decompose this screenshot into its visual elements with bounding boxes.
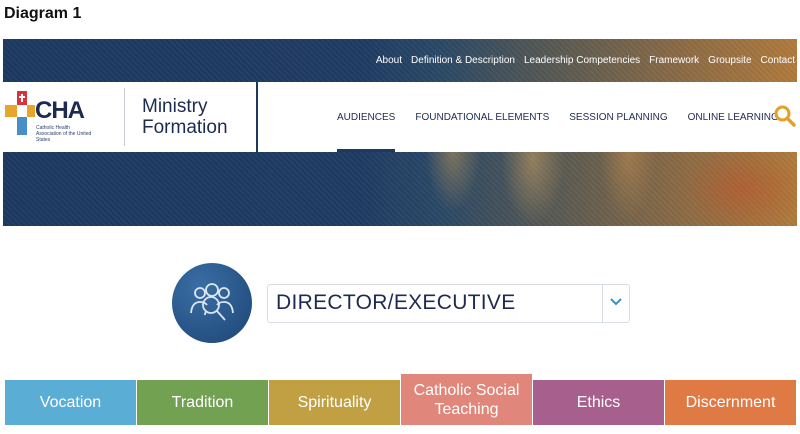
category-discernment[interactable]: Discernment: [665, 380, 796, 425]
logo-subtitle: Catholic Health Association of the Unite…: [36, 125, 92, 143]
ministry-formation-title[interactable]: Ministry Formation: [142, 96, 228, 138]
nav-audiences[interactable]: AUDIENCES: [337, 82, 396, 152]
nav-online-learning[interactable]: ONLINE LEARNING: [688, 82, 779, 152]
logo-divider: [124, 88, 125, 146]
category-catholic-social-teaching[interactable]: Catholic Social Teaching: [401, 374, 532, 425]
audience-select-value: DIRECTOR/EXECUTIVE: [276, 291, 516, 314]
header-bar: CHA Catholic Health Association of the U…: [3, 82, 797, 152]
brand-line-2: Formation: [142, 117, 228, 138]
search-icon[interactable]: [773, 104, 797, 128]
chevron-down-icon[interactable]: [609, 295, 623, 309]
category-tabs: Vocation Tradition Spirituality Catholic…: [5, 374, 797, 425]
cha-logo[interactable]: CHA Catholic Health Association of the U…: [5, 91, 123, 143]
top-nav-definition[interactable]: Definition & Description: [411, 55, 515, 66]
logo-text: CHA: [35, 97, 85, 124]
audience-select[interactable]: DIRECTOR/EXECUTIVE: [267, 284, 630, 323]
site-header: About Definition & Description Leadershi…: [3, 39, 797, 226]
main-nav: AUDIENCES FOUNDATIONAL ELEMENTS SESSION …: [337, 82, 779, 152]
cross-logo-icon: [5, 91, 35, 135]
category-vocation[interactable]: Vocation: [5, 380, 136, 425]
top-nav: About Definition & Description Leadershi…: [376, 39, 797, 81]
top-nav-competencies[interactable]: Leadership Competencies: [524, 55, 640, 66]
top-nav-contact[interactable]: Contact: [761, 55, 795, 66]
select-divider: [602, 285, 603, 322]
category-tradition[interactable]: Tradition: [137, 380, 268, 425]
nav-session-planning[interactable]: SESSION PLANNING: [569, 82, 667, 152]
diagram-label: Diagram 1: [4, 5, 82, 22]
category-ethics[interactable]: Ethics: [533, 380, 664, 425]
brand-line-1: Ministry: [142, 96, 208, 117]
top-nav-framework[interactable]: Framework: [649, 55, 699, 66]
nav-foundational-elements[interactable]: FOUNDATIONAL ELEMENTS: [415, 82, 549, 152]
top-nav-groupsite[interactable]: Groupsite: [708, 55, 751, 66]
group-search-icon: [190, 283, 234, 321]
top-nav-about[interactable]: About: [376, 55, 402, 66]
category-spirituality[interactable]: Spirituality: [269, 380, 400, 425]
audience-icon-badge: [172, 263, 252, 343]
brand-divider: [256, 82, 258, 152]
